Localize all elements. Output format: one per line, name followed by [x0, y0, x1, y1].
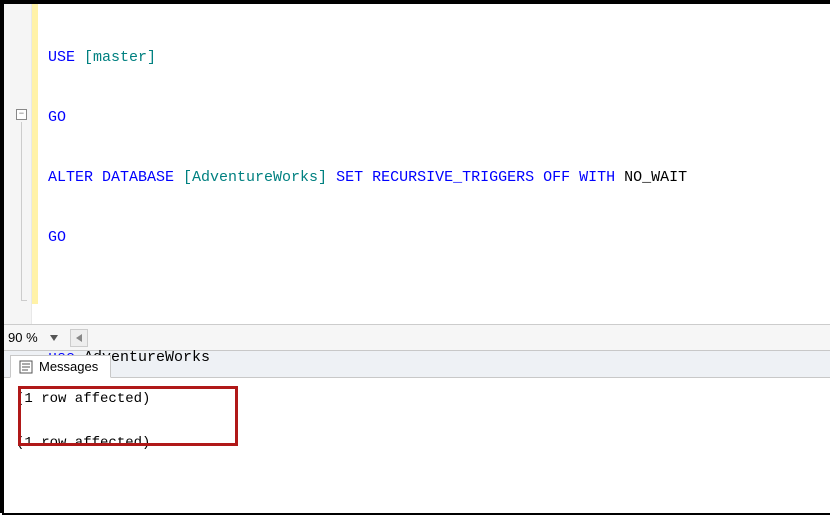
tab-label: Messages [39, 359, 98, 374]
kw-go: GO [48, 229, 66, 246]
kw-alter-database: ALTER DATABASE [48, 169, 174, 186]
opt-nowait: NO_WAIT [615, 169, 687, 186]
fold-guide [21, 122, 22, 300]
code-area[interactable]: USE [master] GO ALTER DATABASE [Adventur… [32, 4, 830, 324]
opt-recursive-triggers: RECURSIVE_TRIGGERS [363, 169, 543, 186]
kw-go: GO [48, 109, 66, 126]
messages-icon [19, 360, 33, 374]
kw-use: USE [48, 49, 75, 66]
editor-gutter: − [4, 4, 32, 324]
message-row: (1 row affected) [16, 388, 818, 410]
kw-with: WITH [570, 169, 615, 186]
db-adventureworks: [AdventureWorks] [174, 169, 336, 186]
collapse-toggle[interactable]: − [16, 109, 27, 120]
zoom-value: 90 % [8, 330, 38, 345]
kw-off: OFF [543, 169, 570, 186]
db-master: [master] [75, 49, 156, 66]
fold-guide-end [21, 300, 27, 301]
sql-editor-pane[interactable]: − USE [master] GO ALTER DATABASE [Advent… [4, 4, 830, 324]
tab-messages[interactable]: Messages [10, 355, 111, 378]
messages-pane[interactable]: (1 row affected) (1 row affected) [4, 378, 830, 513]
kw-set: SET [336, 169, 363, 186]
message-row: (1 row affected) [16, 432, 818, 454]
message-row [16, 410, 818, 432]
